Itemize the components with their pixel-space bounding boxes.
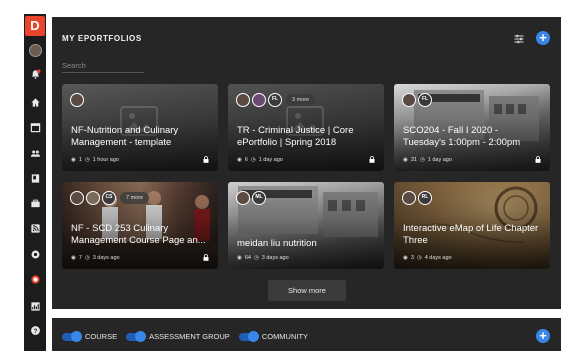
home-icon[interactable]	[24, 94, 46, 110]
card-meta: ◉ 31 ◷ 1 day ago	[403, 157, 452, 163]
toggle-switch[interactable]	[126, 330, 147, 342]
portfolio-card[interactable]: ML meidan liu nutrition ◉ 64 ◷ 3 days ago	[228, 182, 384, 269]
card-title: Interactive eMap of Life Chapter Three	[403, 223, 539, 246]
lock-icon	[369, 156, 375, 163]
card-title: NF - SCD 253 Culinary Management Course …	[71, 223, 206, 246]
card-title: SCO204 - Fall I 2020 - Tuesday's 1:00pm …	[403, 125, 521, 148]
avatar	[28, 43, 42, 57]
eportfolios-panel: MY EPORTFOLIOS + NF-Nutrition and Culina…	[52, 17, 561, 309]
avatar	[70, 191, 84, 205]
avatar	[236, 93, 250, 107]
clock-icon: ◷	[419, 157, 425, 163]
page-title: MY EPORTFOLIOS	[62, 34, 142, 43]
clock-icon: ◷	[416, 255, 422, 261]
show-more-button[interactable]: Show more	[268, 280, 346, 301]
briefcase-icon[interactable]	[24, 195, 46, 211]
clock-icon: ◷	[84, 157, 90, 163]
eye-icon: ◉	[71, 157, 76, 163]
portfolio-card[interactable]: RL Interactive eMap of Life Chapter Thre…	[394, 182, 550, 269]
eye-icon: ◉	[71, 255, 76, 261]
eye-icon: ◉	[403, 157, 408, 163]
settings-icon[interactable]	[24, 246, 46, 262]
notifications-icon[interactable]	[24, 66, 46, 82]
portfolio-card[interactable]: CS 7 more NF - SCD 253 Culinary Manageme…	[62, 182, 218, 269]
clock-icon: ◷	[84, 255, 90, 261]
toggle-switch[interactable]	[62, 330, 82, 342]
avatar-initials: CS	[102, 191, 116, 205]
add-group-button[interactable]: +	[536, 329, 550, 343]
card-meta: ◉ 7 ◷ 3 days ago	[71, 255, 120, 261]
portfolio-card[interactable]: NF-Nutrition and Culinary Management - t…	[62, 84, 218, 171]
app-logo[interactable]: D	[25, 16, 45, 36]
avatar-initials: FL	[418, 93, 432, 107]
badge-icon[interactable]	[24, 271, 46, 287]
avatar	[252, 93, 266, 107]
card-title: TR - Criminal Justice | Core ePortfolio …	[237, 125, 354, 148]
clock-icon: ◷	[250, 157, 256, 163]
clock-icon: ◷	[253, 255, 259, 261]
card-title: meidan liu nutrition	[237, 238, 317, 249]
portfolio-icon[interactable]	[24, 170, 46, 186]
course-toggle[interactable]: COURSE	[62, 330, 117, 342]
calendar-icon[interactable]	[24, 119, 46, 135]
eye-icon: ◉	[237, 157, 242, 163]
eye-icon: ◉	[237, 255, 242, 261]
avatar-initials: ML	[252, 191, 266, 205]
community-toggle[interactable]: COMMUNITY	[238, 330, 308, 342]
rss-icon[interactable]	[24, 220, 46, 236]
toggle-switch[interactable]	[238, 330, 259, 342]
user-avatar[interactable]	[24, 42, 46, 58]
card-meta: ◉ 1 ◷ 1 hour ago	[71, 157, 119, 163]
help-icon[interactable]: ?	[24, 322, 46, 338]
lock-icon	[535, 156, 541, 163]
filter-icon[interactable]	[513, 32, 525, 44]
lock-icon	[203, 254, 209, 261]
more-members-badge[interactable]: 3 more	[286, 94, 316, 106]
avatar	[86, 191, 100, 205]
avatar-initials: FL	[268, 93, 282, 107]
avatar	[236, 191, 250, 205]
card-meta: ◉ 6 ◷ 1 day ago	[237, 157, 283, 163]
filter-bar: COURSE ASSESSMENT GROUP COMMUNITY +	[52, 318, 561, 351]
chart-icon[interactable]	[24, 298, 46, 314]
more-members-badge[interactable]: 7 more	[120, 192, 150, 204]
search-input[interactable]	[62, 59, 144, 73]
portfolio-card[interactable]: FL SCO204 - Fall I 2020 - Tuesday's 1:00…	[394, 84, 550, 171]
card-meta: ◉ 64 ◷ 3 days ago	[237, 255, 289, 261]
avatar	[70, 93, 84, 107]
avatar	[402, 191, 416, 205]
app-frame: D ? MY EPORTFOLIOS + Search NF-Nutrition…	[0, 0, 561, 351]
groups-icon[interactable]	[24, 145, 46, 161]
sidebar: D ?	[24, 14, 46, 351]
card-title: NF-Nutrition and Culinary Management - t…	[71, 125, 179, 148]
portfolio-card[interactable]: FL 3 more TR - Criminal Justice | Core e…	[228, 84, 384, 171]
eye-icon: ◉	[403, 255, 408, 261]
avatar-initials: RL	[418, 191, 432, 205]
add-eportfolio-button[interactable]: +	[536, 31, 550, 45]
assessment-group-toggle[interactable]: ASSESSMENT GROUP	[126, 330, 230, 342]
avatar	[402, 93, 416, 107]
card-meta: ◉ 3 ◷ 4 days ago	[403, 255, 452, 261]
svg-text:?: ?	[33, 327, 37, 334]
lock-icon	[203, 156, 209, 163]
